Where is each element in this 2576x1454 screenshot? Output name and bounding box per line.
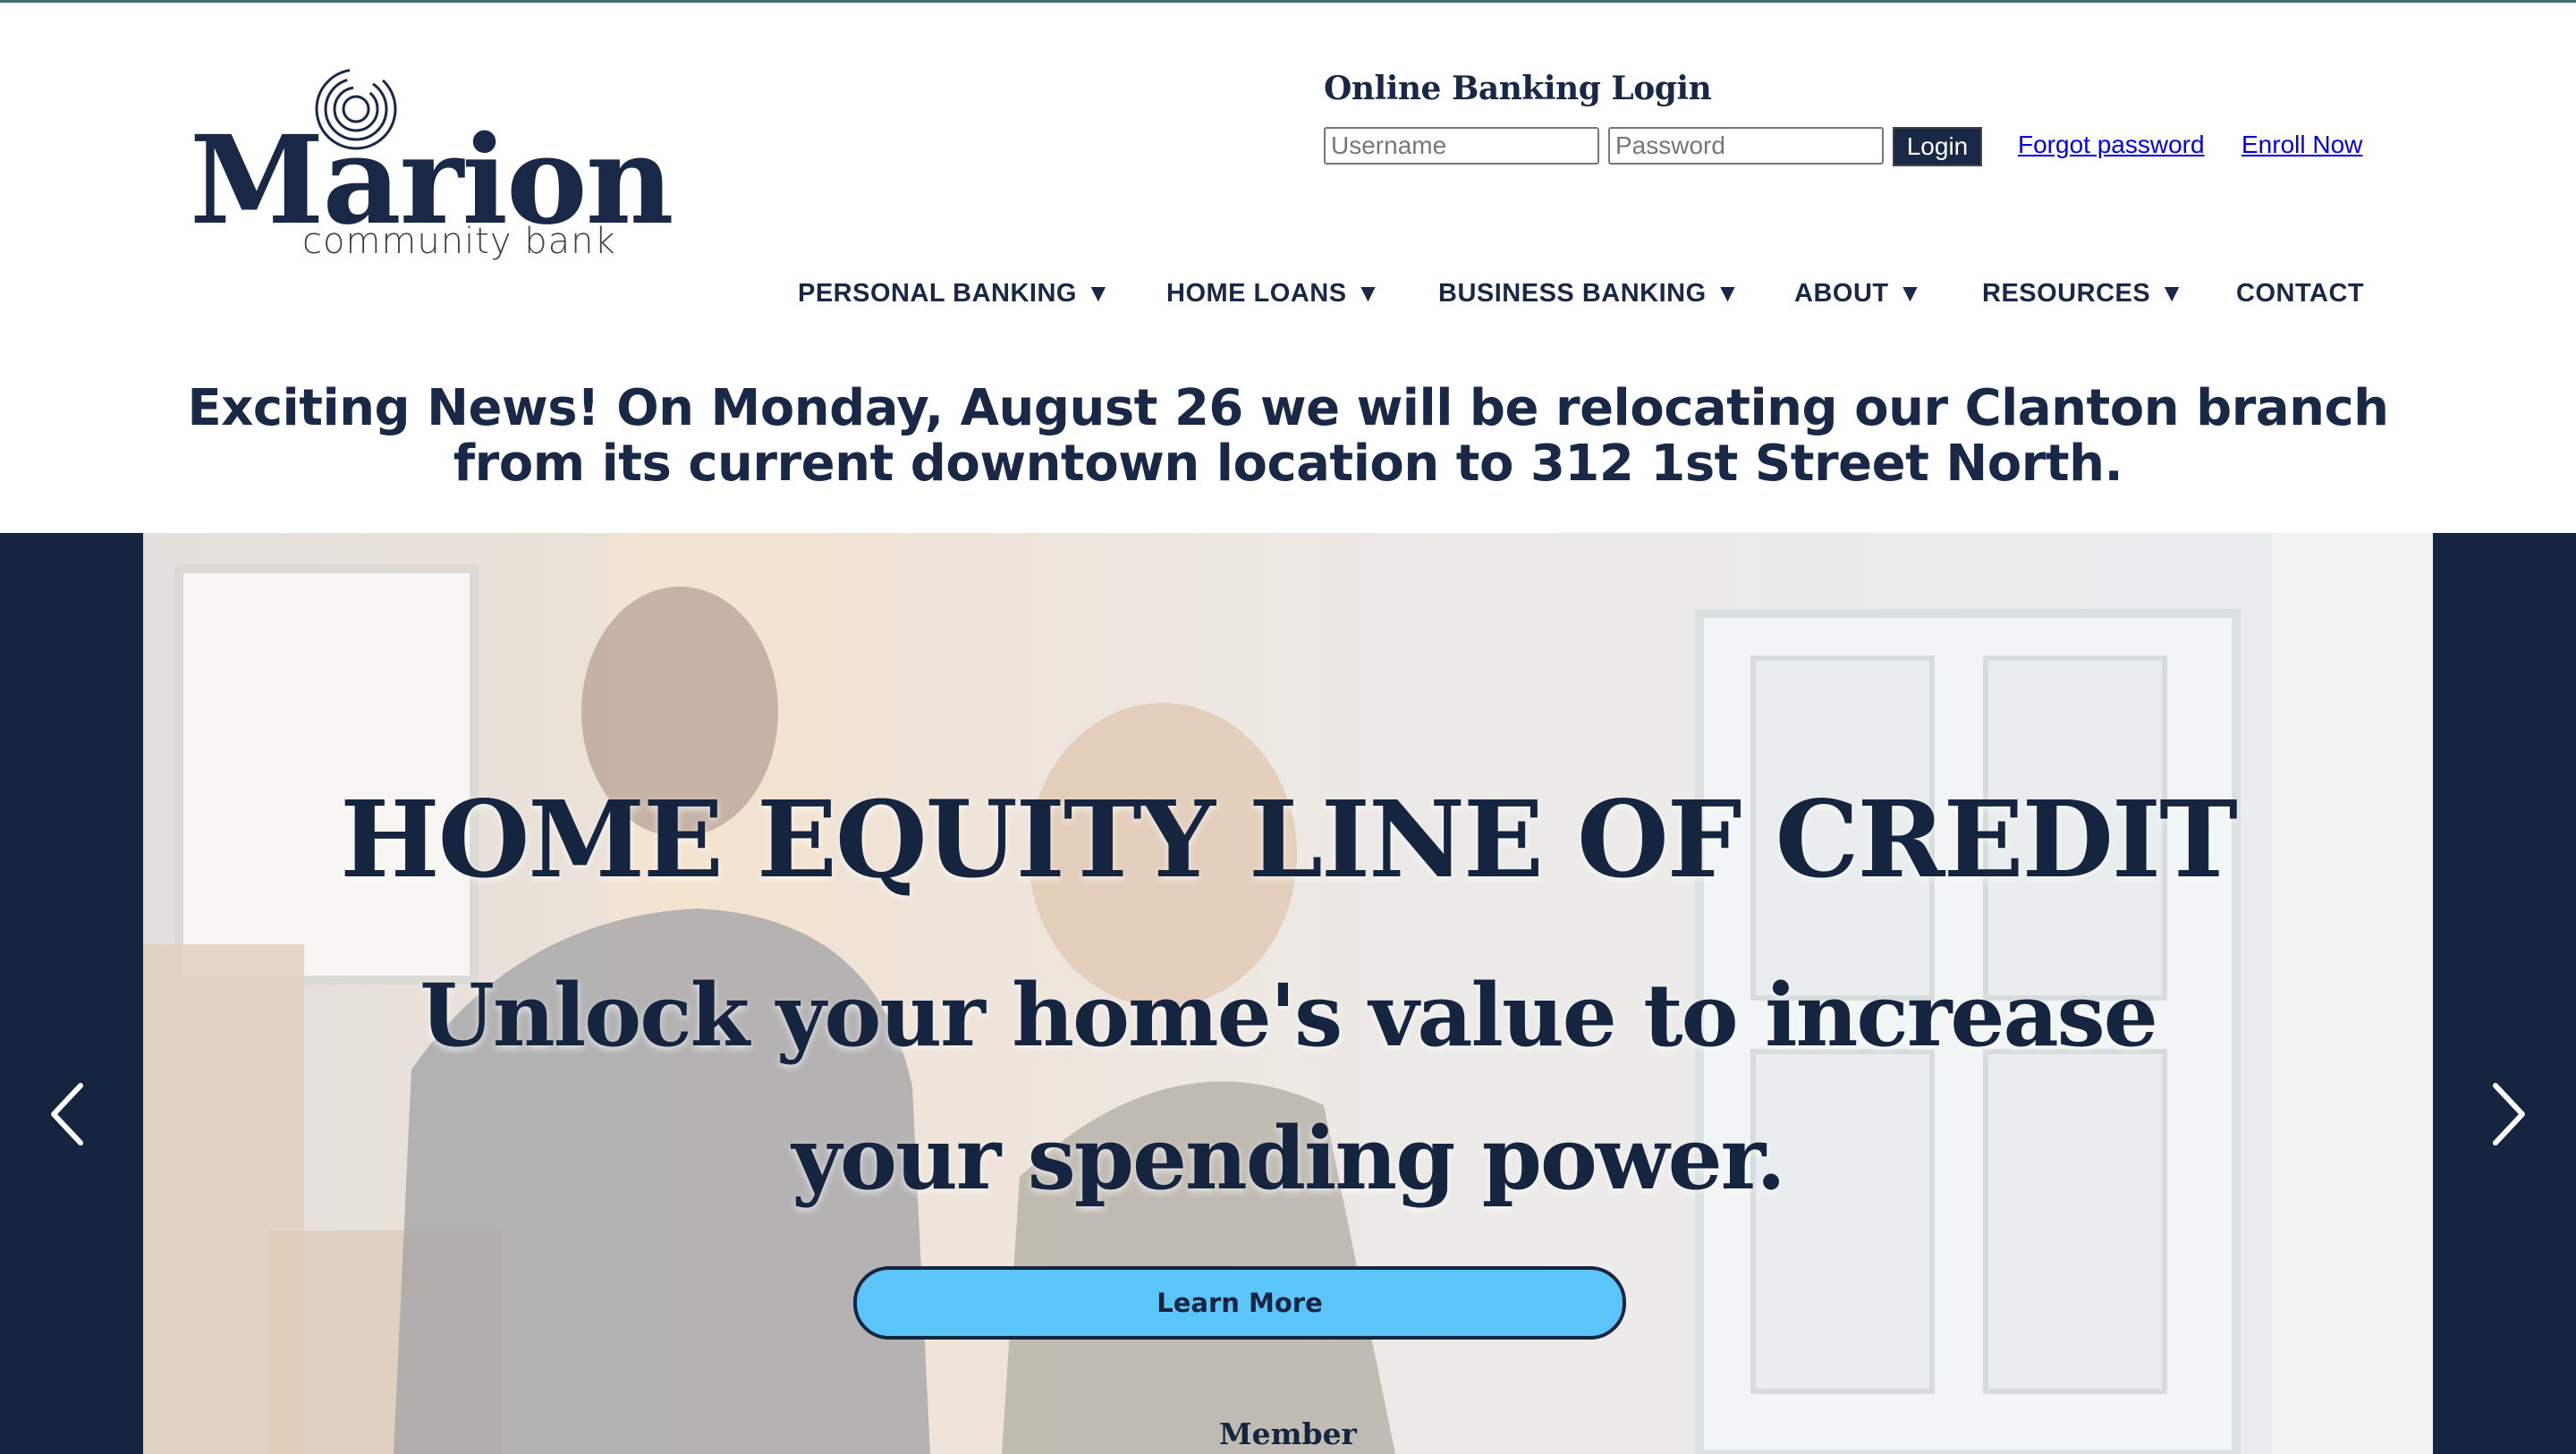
dropdown-caret-icon: ▼ <box>1715 279 1741 307</box>
logo-tagline: community bank <box>302 221 616 262</box>
nav-item-resources[interactable]: RESOURCES ▼ <box>1982 279 2184 309</box>
forgot-password-link[interactable]: Forgot password <box>2018 131 2205 159</box>
member-label: Member <box>1219 1416 1357 1451</box>
nav-item-label: HOME LOANS <box>1166 279 1347 308</box>
main-nav: PERSONAL BANKING ▼ HOME LOANS ▼ BUSINESS B… <box>0 279 2576 315</box>
nav-item-label: RESOURCES <box>1982 279 2151 308</box>
nav-item-home-loans[interactable]: HOME LOANS ▼ <box>1166 279 1381 309</box>
nav-item-label: ABOUT <box>1794 279 1889 308</box>
enroll-now-link[interactable]: Enroll Now <box>2241 131 2362 159</box>
hero-slide: HOME EQUITY LINE OF CREDIT Unlock your h… <box>143 533 2433 1454</box>
nav-item-personal-banking[interactable]: PERSONAL BANKING ▼ <box>798 279 1111 309</box>
nav-item-label: CONTACT <box>2236 279 2365 308</box>
hero-subtitle: Unlock your home's value to increase you… <box>419 965 2158 1209</box>
nav-item-business-banking[interactable]: BUSINESS BANKING ▼ <box>1438 279 1741 309</box>
nav-item-contact[interactable]: CONTACT <box>2236 279 2364 309</box>
chevron-right-icon[interactable] <box>2479 1078 2533 1150</box>
password-input[interactable] <box>1608 127 1884 165</box>
hero-title: HOME EQUITY LINE OF CREDIT <box>340 777 2238 901</box>
login-title: Online Banking Login <box>1324 70 1712 107</box>
nav-item-about[interactable]: ABOUT ▼ <box>1794 279 1923 309</box>
dropdown-caret-icon: ▼ <box>1086 279 1112 307</box>
learn-more-button[interactable]: Learn More <box>853 1266 1626 1340</box>
top-accent-rule <box>0 0 2576 3</box>
announcement-banner: Exciting News! On Monday, August 26 we w… <box>187 379 2389 493</box>
dropdown-caret-icon: ▼ <box>2159 279 2185 307</box>
username-input[interactable] <box>1324 127 1599 165</box>
nav-item-label: PERSONAL BANKING <box>798 279 1077 308</box>
login-button[interactable]: Login <box>1893 127 1982 166</box>
chevron-left-icon[interactable] <box>43 1078 97 1150</box>
dropdown-caret-icon: ▼ <box>1897 279 1923 307</box>
nav-item-label: BUSINESS BANKING <box>1438 279 1707 308</box>
bank-logo[interactable]: Marion community bank <box>190 66 674 272</box>
dropdown-caret-icon: ▼ <box>1355 279 1381 307</box>
